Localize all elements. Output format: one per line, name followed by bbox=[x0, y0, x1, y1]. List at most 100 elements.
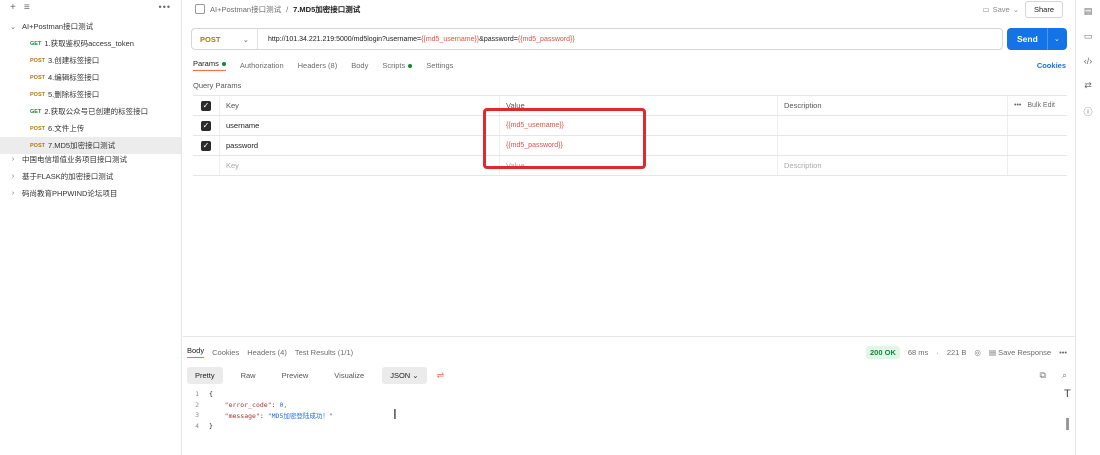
sidebar-item-label: 码尚教育PHPWIND论坛项目 bbox=[22, 189, 118, 198]
format-pretty[interactable]: Pretty bbox=[187, 367, 223, 384]
format-visualize[interactable]: Visualize bbox=[326, 367, 372, 384]
sidebar-item[interactable]: POST 6.文件上传 bbox=[0, 120, 181, 137]
param-checkbox[interactable]: ✓ bbox=[201, 140, 211, 151]
description-input[interactable]: Description bbox=[777, 156, 1007, 175]
sidebar-item[interactable]: ⌄ AI+Postman接口测试 bbox=[0, 18, 181, 35]
param-description[interactable] bbox=[777, 116, 1007, 135]
format-raw[interactable]: Raw bbox=[233, 367, 264, 384]
tab-headers[interactable]: Headers (8) bbox=[298, 61, 338, 70]
sidebar-item[interactable]: POST 4.编辑标签接口 bbox=[0, 69, 181, 86]
sidebar-item-label: 1.获取鉴权码access_token bbox=[44, 39, 134, 48]
save-response-button[interactable]: ▤ Save Response bbox=[989, 348, 1051, 357]
info-icon[interactable]: ⓘ bbox=[1083, 105, 1092, 118]
format-preview[interactable]: Preview bbox=[274, 367, 317, 384]
sidebar-item[interactable]: › 码尚教育PHPWIND论坛项目 bbox=[0, 185, 181, 202]
tab-settings[interactable]: Settings bbox=[426, 61, 453, 70]
request-header: AI+Postman接口测试 / 7.MD5加密接口测试 ▭ Save ⌄ Sh… bbox=[183, 0, 1075, 18]
chevron-down-icon[interactable]: ⌄ bbox=[1047, 28, 1060, 50]
response-code[interactable]: 1{ 2 "error_code": 0, 3 "message": "MD5加… bbox=[193, 389, 1063, 431]
collection-icon bbox=[195, 4, 205, 14]
breadcrumb-separator: / bbox=[286, 4, 289, 14]
scroll-top-icon[interactable]: T bbox=[1064, 388, 1071, 400]
code-line: 4} bbox=[195, 421, 213, 430]
method-badge: POST bbox=[30, 125, 45, 132]
tab-response-body[interactable]: Body bbox=[187, 346, 205, 358]
sidebar-toolbar: + ≡ ••• bbox=[0, 0, 181, 14]
send-button[interactable]: Send ⌄ bbox=[1007, 28, 1067, 50]
sidebar-item-label: 基于FLASK的加密接口测试 bbox=[22, 172, 114, 181]
save-button[interactable]: ▭ Save ⌄ bbox=[982, 5, 1019, 14]
query-params-title: Query Params bbox=[193, 81, 242, 90]
separator-dot: · bbox=[936, 347, 939, 357]
bulk-edit-button[interactable]: ••• Bulk Edit bbox=[1007, 96, 1067, 115]
tab-response-cookies[interactable]: Cookies bbox=[212, 348, 239, 357]
docs-icon[interactable]: ▤ bbox=[1084, 6, 1093, 17]
chevron-right-icon[interactable]: › bbox=[8, 190, 18, 197]
code-line: 1{ bbox=[195, 390, 213, 399]
select-all-checkbox[interactable]: ✓ bbox=[201, 100, 211, 111]
annotation-highlight-box bbox=[483, 108, 646, 169]
key-input[interactable]: Key bbox=[219, 156, 499, 175]
tab-authorization[interactable]: Authorization bbox=[240, 61, 284, 70]
pane-divider[interactable] bbox=[183, 336, 1075, 337]
tab-test-results[interactable]: Test Results (1/1) bbox=[295, 348, 353, 357]
scrollbar[interactable] bbox=[1066, 418, 1069, 430]
right-rail: ▤ ▭ ‹/› ⇄ ⓘ bbox=[1075, 0, 1100, 455]
header-key: Key bbox=[219, 96, 499, 115]
wrap-lines-icon[interactable]: ⇌ bbox=[437, 370, 445, 381]
method-select[interactable]: POST ⌄ bbox=[192, 29, 258, 49]
globe-icon[interactable]: ◎ bbox=[974, 348, 981, 357]
param-description[interactable] bbox=[777, 136, 1007, 155]
sidebar-item[interactable]: GET 2.获取公众号已创建的标签接口 bbox=[0, 103, 181, 120]
code-line: 3 "message": "MD5加密登陆成功！" bbox=[195, 411, 333, 421]
tab-params[interactable]: Params bbox=[193, 59, 226, 71]
more-icon[interactable]: ••• bbox=[1059, 348, 1067, 357]
tab-response-headers[interactable]: Headers (4) bbox=[247, 348, 287, 357]
status-badge[interactable]: 200 OK bbox=[866, 345, 900, 359]
json-format-select[interactable]: JSON ⌄ bbox=[382, 367, 427, 384]
sidebar-item[interactable]: POST 3.创建标签接口 bbox=[0, 52, 181, 69]
chevron-down-icon[interactable]: ⌄ bbox=[1013, 5, 1019, 14]
request-tabs: Params Authorization Headers (8) Body Sc… bbox=[193, 58, 1066, 72]
sidebar-item[interactable]: POST 5.删除标签接口 bbox=[0, 86, 181, 103]
method-badge: POST bbox=[30, 74, 45, 81]
response-time[interactable]: 68 ms bbox=[908, 348, 928, 357]
tab-body[interactable]: Body bbox=[351, 61, 368, 70]
search-icon[interactable]: ⌕ bbox=[1062, 370, 1067, 381]
sidebar-item[interactable]: GET 1.获取鉴权码access_token bbox=[0, 35, 181, 52]
chevron-right-icon[interactable]: › bbox=[8, 173, 18, 180]
chevron-down-icon: ⌄ bbox=[412, 371, 419, 380]
code-icon[interactable]: ‹/› bbox=[1084, 56, 1093, 66]
sidebar-item[interactable]: › 中国电信增值业务项目接口测试 bbox=[0, 151, 181, 168]
chevron-down-icon[interactable]: ⌄ bbox=[8, 23, 18, 31]
tab-scripts[interactable]: Scripts bbox=[382, 61, 413, 70]
sidebar-item-label: 2.获取公众号已创建的标签接口 bbox=[44, 107, 149, 116]
method-badge: POST bbox=[30, 57, 45, 64]
filter-icon[interactable]: ≡ bbox=[24, 2, 30, 13]
sidebar-item[interactable]: › 基于FLASK的加密接口测试 bbox=[0, 168, 181, 185]
code-line: 2 "error_code": 0, bbox=[195, 400, 288, 409]
breadcrumb: AI+Postman接口测试 / 7.MD5加密接口测试 bbox=[195, 4, 360, 15]
comments-icon[interactable]: ▭ bbox=[1084, 31, 1093, 42]
method-badge: POST bbox=[30, 142, 45, 149]
sidebar-item-label: 7.MD5加密接口测试 bbox=[47, 141, 116, 150]
add-icon[interactable]: + bbox=[10, 2, 16, 13]
breadcrumb-parent[interactable]: AI+Postman接口测试 bbox=[210, 4, 281, 15]
more-icon: ••• bbox=[1014, 102, 1022, 109]
url-input[interactable]: http://101.34.221.219:5000/md5login?user… bbox=[258, 36, 575, 43]
param-key[interactable]: username bbox=[219, 116, 499, 135]
cookies-link[interactable]: Cookies bbox=[1037, 61, 1066, 70]
sidebar-item-label: 5.删除标签接口 bbox=[47, 90, 100, 99]
share-button[interactable]: Share bbox=[1024, 0, 1063, 18]
save-response-icon: ▤ bbox=[988, 347, 997, 357]
sidebar-item-label: 6.文件上传 bbox=[47, 124, 85, 133]
response-size[interactable]: 221 B bbox=[947, 348, 967, 357]
chevron-down-icon: ⌄ bbox=[242, 34, 249, 44]
param-key[interactable]: password bbox=[219, 136, 499, 155]
link-icon[interactable]: ⇄ bbox=[1084, 80, 1092, 91]
copy-icon[interactable]: ⧉ bbox=[1040, 370, 1046, 381]
more-icon[interactable]: ••• bbox=[159, 2, 171, 12]
chevron-right-icon[interactable]: › bbox=[8, 156, 18, 163]
param-checkbox[interactable]: ✓ bbox=[201, 120, 211, 131]
breadcrumb-current[interactable]: 7.MD5加密接口测试 bbox=[293, 4, 360, 15]
